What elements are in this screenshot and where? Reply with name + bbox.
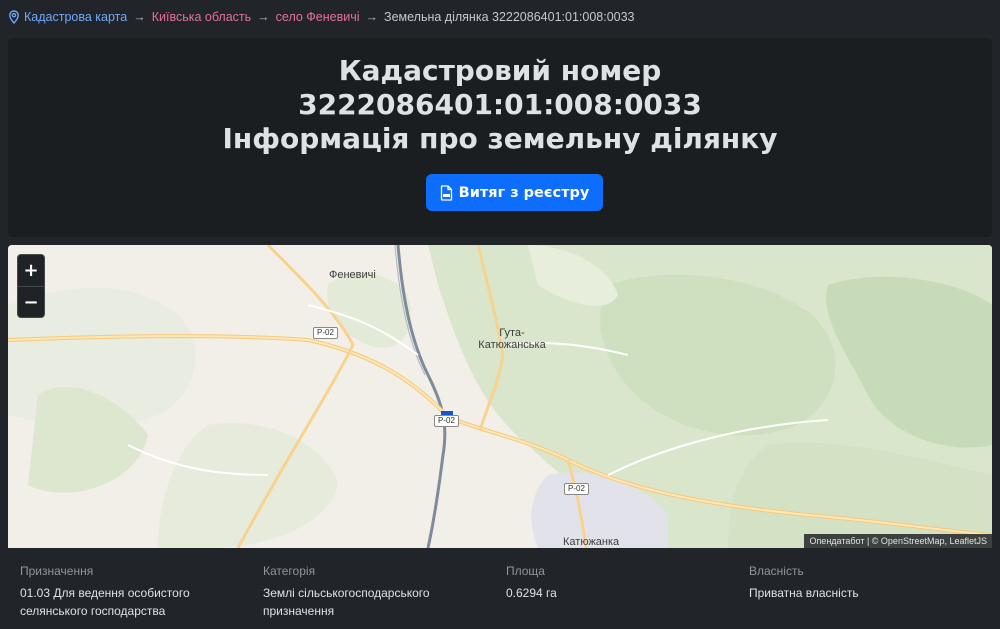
map-label-huta-line-2: Катюжанська [478,339,546,351]
pdf-file-icon [440,184,453,201]
ownership-value: Приватна власність [749,586,859,600]
category-label: Категорія [263,564,316,578]
page-title-line-3: Інформація про земельну ділянку [222,122,778,155]
breadcrumb-separator: → [257,10,270,24]
category-value: Землі сільськогосподарського призначення [263,586,430,618]
info-purpose: Призначення 01.03 Для ведення особистого… [20,562,250,620]
map-label-huta-katiuzhanska: Гута- Катюжанська [472,327,552,351]
page-title: Кадастровий номер 3222086401:01:008:0033… [8,54,992,156]
purpose-value: 01.03 Для ведення особистого селянського… [20,586,190,618]
zoom-in-button[interactable]: + [18,255,44,286]
info-area: Площа 0.6294 га [506,562,736,602]
area-label: Площа [506,564,545,578]
map-zoom-control: + − [17,254,45,318]
road-shield: Р-02 [313,327,338,339]
zoom-out-button[interactable]: − [18,286,44,317]
hero-panel: Кадастровий номер 3222086401:01:008:0033… [8,38,992,237]
cadastral-number: 3222086401:01:008:0033 [298,88,702,121]
breadcrumb-link-village[interactable]: село Феневичі [276,10,360,24]
page-title-line-1: Кадастровий номер [338,54,662,87]
area-value: 0.6294 га [506,586,557,600]
ownership-label: Власність [749,564,804,578]
info-category: Категорія Землі сільськогосподарського п… [263,562,493,620]
breadcrumb-current: Земельна ділянка 3222086401:01:008:0033 [384,10,635,24]
map-pin-icon [8,10,20,24]
registry-extract-button[interactable]: Витяг з реєстру [426,174,603,211]
registry-extract-label: Витяг з реєстру [458,184,590,201]
breadcrumb: Кадастрова карта → Київська область → се… [8,8,635,26]
breadcrumb-link-region[interactable]: Київська область [152,10,251,24]
road-shield: Р-02 [434,415,459,427]
parcel-info: Призначення 01.03 Для ведення особистого… [0,548,1000,629]
map-tiles [8,245,992,548]
map-attribution[interactable]: Опендатабот | © OpenStreetMap, LeafletJS [804,534,992,548]
road-shield: Р-02 [564,483,589,495]
map-label-fenevychi: Феневичі [329,269,376,281]
map-label-huta-line-1: Гута- [499,327,525,339]
info-ownership: Власність Приватна власність [749,562,979,602]
cadastral-map[interactable]: + − Феневичі Гута- Катюжанська Катюжанка… [8,245,992,548]
breadcrumb-link-cadastral-map[interactable]: Кадастрова карта [24,10,127,24]
breadcrumb-separator: → [365,10,379,24]
breadcrumb-separator: → [133,10,146,24]
map-label-katiuzhanka: Катюжанка [563,536,620,548]
purpose-label: Призначення [20,564,94,578]
